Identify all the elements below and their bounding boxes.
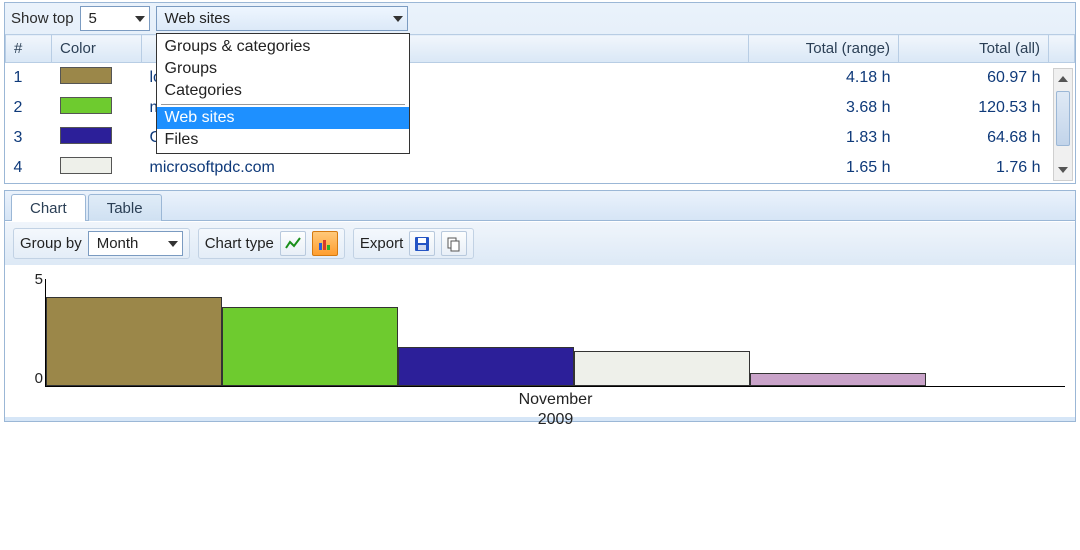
chevron-down-icon <box>393 16 403 22</box>
cell-num: 3 <box>6 123 52 153</box>
chart-plot: 5 0 November 2009 <box>45 271 1065 411</box>
lower-panel: Chart Table Group by Month Chart type <box>4 190 1076 422</box>
dropdown-option[interactable]: Files <box>157 129 409 151</box>
scroll-up-button[interactable] <box>1054 69 1072 89</box>
scroll-down-button[interactable] <box>1054 160 1072 180</box>
col-all[interactable]: Total (all) <box>899 35 1049 63</box>
dropdown-separator <box>161 104 405 105</box>
bar-chart-icon <box>317 236 333 252</box>
dropdown-option[interactable]: Groups <box>157 58 409 80</box>
cell-num: 1 <box>6 63 52 94</box>
cell-color <box>52 153 142 183</box>
scroll-track[interactable] <box>1054 148 1072 160</box>
floppy-disk-icon <box>414 236 430 252</box>
dropdown-option[interactable]: Categories <box>157 80 409 102</box>
dropdown-option[interactable]: Groups & categories <box>157 36 409 58</box>
cell-range: 4.18 h <box>749 63 899 94</box>
cell-range: 1.65 h <box>749 153 899 183</box>
filter-toolbar: Show top 5 Web sites Groups & categories… <box>5 3 1075 34</box>
cell-all: 64.68 h <box>899 123 1049 153</box>
cell-num: 2 <box>6 93 52 123</box>
group-by-label: Group by <box>20 235 82 252</box>
chevron-down-icon <box>135 16 145 22</box>
export-save-button[interactable] <box>409 231 435 256</box>
triangle-up-icon <box>1058 76 1068 82</box>
chart-type-line-button[interactable] <box>280 231 306 256</box>
x-axis-label: November 2009 <box>46 390 1065 430</box>
y-tick-max: 5 <box>15 271 43 288</box>
chart-bar <box>574 351 750 386</box>
cell-color <box>52 123 142 153</box>
y-tick-min: 0 <box>15 370 43 387</box>
chart-type-label: Chart type <box>205 235 274 252</box>
cell-color <box>52 63 142 94</box>
top-count-combo[interactable]: 5 <box>80 6 150 31</box>
cell-color <box>52 93 142 123</box>
export-label: Export <box>360 235 403 252</box>
color-swatch <box>60 127 112 144</box>
category-dropdown-popup: Groups & categoriesGroupsCategories Web s… <box>156 33 410 154</box>
color-swatch <box>60 97 112 114</box>
col-range[interactable]: Total (range) <box>749 35 899 63</box>
chart-bar <box>222 307 398 386</box>
chart-bar <box>398 347 574 386</box>
tabstrip: Chart Table <box>5 193 1075 221</box>
table-scrollbar[interactable] <box>1053 68 1073 181</box>
top-count-value: 5 <box>89 10 97 27</box>
category-combo-value: Web sites <box>165 10 231 27</box>
triangle-down-icon <box>1058 167 1068 173</box>
col-num[interactable]: # <box>6 35 52 63</box>
col-scroll-gap <box>1049 35 1075 63</box>
cell-name: microsoftpdc.com <box>142 153 749 183</box>
cell-range: 1.83 h <box>749 123 899 153</box>
group-by-value: Month <box>97 235 139 252</box>
tab-table[interactable]: Table <box>88 194 162 221</box>
cell-all: 60.97 h <box>899 63 1049 94</box>
bars-container <box>46 279 1065 386</box>
chart-bar <box>46 297 222 386</box>
cell-num: 4 <box>6 153 52 183</box>
scroll-thumb[interactable] <box>1056 91 1070 146</box>
chart-area: 5 0 November 2009 <box>5 265 1075 417</box>
x-axis-label-line2: 2009 <box>538 411 574 428</box>
color-swatch <box>60 157 112 174</box>
col-color[interactable]: Color <box>52 35 142 63</box>
export-group: Export <box>353 228 474 259</box>
group-by-group: Group by Month <box>13 228 190 259</box>
group-by-combo[interactable]: Month <box>88 231 183 256</box>
y-axis: 5 0 <box>15 271 43 387</box>
category-combo[interactable]: Web sites Groups & categoriesGroupsCateg… <box>156 6 408 31</box>
cell-all: 1.76 h <box>899 153 1049 183</box>
chart-bar <box>750 373 926 386</box>
show-top-label: Show top <box>11 10 74 27</box>
top-panel: Show top 5 Web sites Groups & categories… <box>4 2 1076 184</box>
plot-inner: November 2009 <box>45 279 1065 387</box>
cell-all: 120.53 h <box>899 93 1049 123</box>
chart-toolbar: Group by Month Chart type Export <box>5 221 1075 265</box>
cell-range: 3.68 h <box>749 93 899 123</box>
export-copy-button[interactable] <box>441 231 467 256</box>
chevron-down-icon <box>168 241 178 247</box>
dropdown-option[interactable]: Web sites <box>157 107 409 129</box>
table-row[interactable]: 4 microsoftpdc.com1.65 h1.76 h <box>6 153 1075 183</box>
chart-type-bar-button[interactable] <box>312 231 338 256</box>
line-chart-icon <box>285 236 301 252</box>
tab-chart[interactable]: Chart <box>11 194 86 221</box>
chart-type-group: Chart type <box>198 228 345 259</box>
x-axis-label-line1: November <box>519 391 593 408</box>
copy-icon <box>446 236 462 252</box>
color-swatch <box>60 67 112 84</box>
